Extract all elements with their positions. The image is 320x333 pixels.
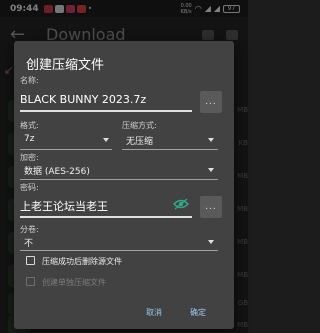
compression-select[interactable]: 无压缩 [126, 134, 153, 147]
cancel-button[interactable]: 取消 [146, 307, 162, 318]
ok-button[interactable]: 确定 [190, 307, 206, 318]
compression-dropdown-icon[interactable] [208, 138, 214, 142]
split-dropdown-icon[interactable] [208, 240, 214, 244]
encryption-underline [20, 179, 218, 180]
encryption-label: 加密: [20, 153, 39, 162]
compression-underline [122, 149, 218, 150]
format-underline [20, 149, 112, 150]
dialog-title: 创建压缩文件 [26, 58, 105, 73]
password-underline [20, 216, 192, 218]
name-underline [20, 110, 192, 112]
format-dropdown-icon[interactable] [103, 138, 109, 142]
encryption-dropdown-icon[interactable] [208, 168, 214, 172]
archive-name-input[interactable]: BLACK BUNNY 2023.7z [20, 93, 146, 106]
compression-label: 压缩方式: [122, 121, 157, 130]
visibility-toggle-icon[interactable] [173, 198, 189, 210]
browse-path-button[interactable]: ... [200, 91, 222, 113]
single-archive-checkbox[interactable] [26, 277, 35, 286]
password-input[interactable]: 上老王论坛当老王 [20, 198, 108, 214]
format-label: 格式: [20, 121, 39, 130]
format-select[interactable]: 7z [24, 134, 34, 144]
create-archive-dialog: 创建压缩文件 名称: BLACK BUNNY 2023.7z ... 格式: 压… [14, 41, 234, 329]
delete-source-label: 压缩成功后删除源文件 [42, 257, 122, 266]
password-options-button[interactable]: ... [200, 196, 222, 218]
split-underline [20, 250, 218, 251]
delete-source-checkbox[interactable] [26, 256, 35, 265]
single-archive-label: 创建单独压缩文件 [42, 278, 106, 287]
password-label: 密码: [20, 183, 39, 192]
name-label: 名称: [20, 76, 39, 85]
split-label: 分卷: [20, 225, 39, 234]
split-select[interactable]: 不 [24, 236, 33, 249]
encryption-select[interactable]: 数据 (AES-256) [24, 164, 90, 177]
